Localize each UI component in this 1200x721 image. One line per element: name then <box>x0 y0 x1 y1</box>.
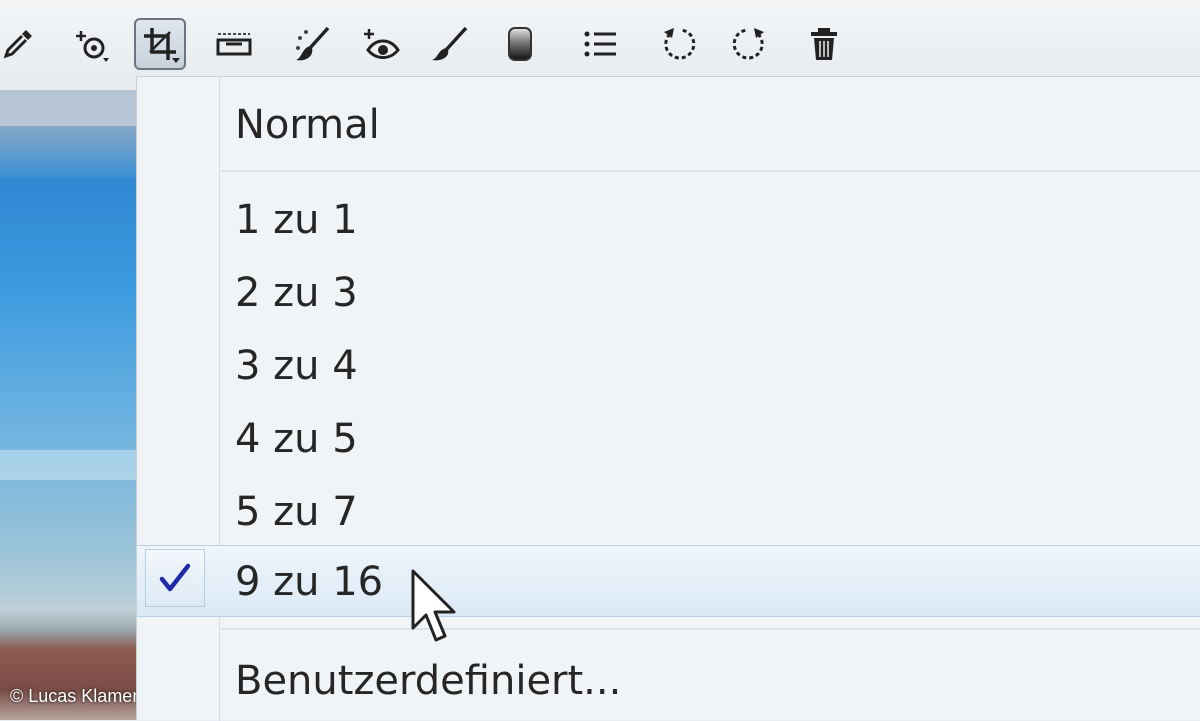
add-point-icon <box>76 31 109 62</box>
menu-item-label: Normal <box>235 102 380 148</box>
menu-item-label: 2 zu 3 <box>235 270 358 316</box>
red-eye-icon <box>364 29 400 59</box>
menu-item-label: 9 zu 16 <box>235 559 384 605</box>
menu-item-2-3[interactable]: 2 zu 3 <box>137 261 1200 325</box>
menu-item-label: 1 zu 1 <box>235 197 358 243</box>
rotate-left-icon <box>664 28 696 60</box>
trash-icon <box>811 28 837 60</box>
rotate-left-button[interactable] <box>654 18 706 70</box>
rotate-right-icon <box>732 28 764 60</box>
menu-item-label: 3 zu 4 <box>235 343 358 389</box>
straighten-tool-button[interactable] <box>208 18 260 70</box>
menu-item-3-4[interactable]: 3 zu 4 <box>137 334 1200 398</box>
toolbar <box>0 0 1200 88</box>
checkmark-icon <box>159 563 191 592</box>
gradient-icon <box>508 27 532 61</box>
straighten-icon <box>216 33 252 56</box>
menu-item-9-16[interactable]: 9 zu 16 <box>137 545 1200 617</box>
menu-item-label: 5 zu 7 <box>235 489 358 535</box>
menu-item-label: Benutzerdefiniert... <box>235 658 622 704</box>
brush-tool-button[interactable] <box>424 18 476 70</box>
menu-item-custom[interactable]: Benutzerdefiniert... <box>137 649 1200 713</box>
check-indicator <box>145 549 205 607</box>
photo-credit: © Lucas Klamert <box>10 686 144 706</box>
photo-frame-top <box>0 90 136 126</box>
mouse-cursor-icon <box>411 569 456 642</box>
brush-icon <box>432 26 468 61</box>
menu-separator <box>221 628 1200 630</box>
menu-item-5-7[interactable]: 5 zu 7 <box>137 480 1200 544</box>
red-eye-tool-button[interactable] <box>354 18 406 70</box>
menu-item-4-5[interactable]: 4 zu 5 <box>137 407 1200 471</box>
aspect-ratio-menu: Normal 1 zu 1 2 zu 3 3 zu 4 4 zu 5 5 zu … <box>136 76 1200 721</box>
retouch-brush-icon <box>296 26 330 61</box>
rotate-right-button[interactable] <box>722 18 774 70</box>
photo-haze <box>0 450 136 480</box>
menu-gutter-line <box>219 77 220 721</box>
menu-item-1-1[interactable]: 1 zu 1 <box>137 188 1200 252</box>
add-point-tool-button[interactable] <box>64 18 116 70</box>
photo-preview <box>0 90 136 720</box>
list-tool-button[interactable] <box>574 18 626 70</box>
menu-item-normal[interactable]: Normal <box>137 93 1200 157</box>
retouch-brush-tool-button[interactable] <box>286 18 338 70</box>
delete-button[interactable] <box>798 18 850 70</box>
eyedropper-icon <box>3 30 32 59</box>
menu-separator <box>221 170 1200 172</box>
photo-sky-top <box>0 126 136 178</box>
gradient-tool-button[interactable] <box>494 18 546 70</box>
menu-item-label: 4 zu 5 <box>235 416 358 462</box>
list-icon <box>584 31 616 57</box>
crop-tool-button[interactable] <box>134 18 186 70</box>
eyedropper-tool-button[interactable] <box>0 18 44 70</box>
crop-icon <box>144 28 180 63</box>
